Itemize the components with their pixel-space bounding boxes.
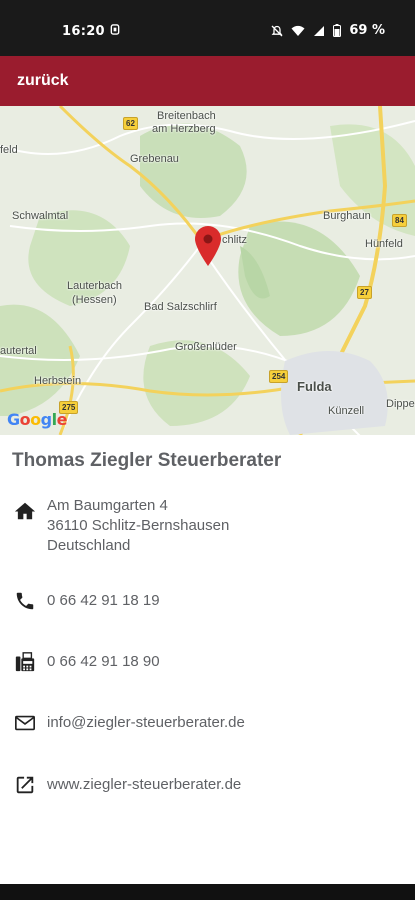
- phone-number: 0 66 42 91 18 19: [47, 592, 160, 609]
- sim-icon: [110, 24, 120, 35]
- fax-row[interactable]: 0 66 42 91 18 90: [0, 651, 415, 675]
- mute-icon: [271, 25, 283, 36]
- website-row[interactable]: www.ziegler-steuerberater.de: [0, 774, 415, 796]
- map-label-grebenau: Grebenau: [130, 153, 179, 165]
- map-label-lauterbach: Lauterbach: [67, 280, 123, 292]
- road-shield-62: 62: [123, 117, 138, 130]
- business-name: Thomas Ziegler Steuerberater: [12, 450, 282, 471]
- map-label-huenfeld: Hünfeld: [365, 238, 403, 250]
- system-navigation-bar: [0, 884, 415, 900]
- map-label-fulda: Fulda: [297, 379, 332, 394]
- status-bar: 16:20 69 %: [0, 0, 415, 56]
- map-label-feld: feld: [0, 144, 18, 156]
- location-pin-icon[interactable]: [195, 226, 221, 266]
- google-logo: Google: [7, 410, 67, 429]
- map-label-am-herzberg: am Herzberg: [152, 123, 216, 135]
- mail-icon: [15, 715, 35, 731]
- address-city: 36110 Schlitz-Bernshausen: [47, 517, 230, 534]
- map-label-autertal: autertal: [0, 345, 37, 357]
- external-link-icon: [16, 776, 34, 794]
- battery-icon: [333, 24, 342, 37]
- map-label-kuenzell: Künzell: [328, 405, 365, 417]
- road-shield-84: 84: [392, 214, 407, 227]
- email-row[interactable]: info@ziegler-steuerberater.de: [0, 712, 415, 734]
- back-button[interactable]: zurück: [17, 72, 69, 90]
- website-url: www.ziegler-steuerberater.de: [47, 776, 242, 793]
- address-country: Deutschland: [47, 537, 131, 554]
- wifi-icon: [291, 25, 305, 36]
- address-row[interactable]: Am Baumgarten 4 36110 Schlitz-Bernshause…: [0, 496, 415, 558]
- signal-icon: [314, 25, 325, 36]
- fax-icon: [15, 652, 35, 672]
- map-label-breitenbach: Breitenbach: [157, 110, 216, 122]
- map-label-dipp: Dippe: [386, 398, 415, 410]
- road-shield-27: 27: [357, 286, 372, 299]
- app-bar: zurück: [0, 56, 415, 106]
- map-label-grossenlueder: Großenlüder: [175, 341, 237, 353]
- map-label-hessen: (Hessen): [72, 294, 117, 306]
- map-view[interactable]: Breitenbach am Herzberg feld Grebenau Sc…: [0, 106, 415, 435]
- map-label-herbstein: Herbstein: [34, 375, 82, 387]
- email-address: info@ziegler-steuerberater.de: [47, 714, 245, 731]
- road-shield-254: 254: [269, 370, 289, 383]
- fax-number: 0 66 42 91 18 90: [47, 653, 160, 670]
- phone-row[interactable]: 0 66 42 91 18 19: [0, 590, 415, 612]
- status-time: 16:20: [62, 24, 105, 39]
- map-label-schlitz: chlitz: [222, 234, 248, 246]
- map-label-burghaun: Burghaun: [323, 210, 371, 222]
- address-street: Am Baumgarten 4: [47, 497, 168, 514]
- phone-icon: [16, 592, 34, 610]
- map-label-bad-salzschlirf: Bad Salzschlirf: [144, 301, 217, 313]
- home-icon: [14, 502, 36, 520]
- map-label-schwalmtal: Schwalmtal: [12, 210, 69, 222]
- battery-percent: 69 %: [349, 23, 385, 38]
